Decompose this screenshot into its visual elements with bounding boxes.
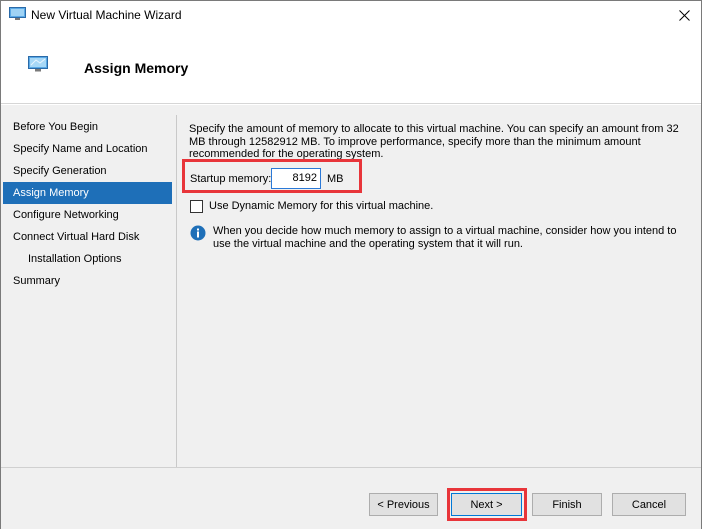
page-title: Assign Memory [84, 60, 189, 76]
memory-description: Specify the amount of memory to allocate… [189, 123, 679, 160]
wizard-body: Before You Begin Specify Name and Locati… [1, 105, 701, 467]
nav-item-connect-virtual-hard-disk[interactable]: Connect Virtual Hard Disk [3, 226, 172, 248]
wizard-monitor-icon [28, 56, 48, 72]
nav-item-specify-generation[interactable]: Specify Generation [3, 160, 172, 182]
startup-memory-unit: MB [327, 173, 344, 185]
info-text: When you decide how much memory to assig… [213, 225, 677, 250]
nav-divider [176, 115, 177, 467]
cancel-button[interactable]: Cancel [612, 493, 686, 516]
dynamic-memory-row[interactable]: Use Dynamic Memory for this virtual mach… [190, 199, 433, 213]
dynamic-memory-checkbox[interactable] [190, 199, 203, 213]
startup-memory-highlight: Startup memory: 8192 MB [182, 159, 362, 193]
wizard-steps-nav: Before You Begin Specify Name and Locati… [3, 116, 172, 292]
startup-memory-label: Startup memory: [190, 173, 272, 185]
wizard-footer: < Previous Next > Finish Cancel [1, 467, 701, 529]
close-icon [678, 9, 690, 21]
nav-item-before-you-begin[interactable]: Before You Begin [3, 116, 172, 138]
wizard-window: New Virtual Machine Wizard Assign Memory… [0, 0, 702, 529]
nav-item-summary[interactable]: Summary [3, 270, 172, 292]
nav-item-assign-memory[interactable]: Assign Memory [3, 182, 172, 204]
window-title: New Virtual Machine Wizard [31, 8, 182, 22]
close-button[interactable] [667, 1, 701, 29]
next-button[interactable]: Next > [451, 493, 522, 516]
finish-button[interactable]: Finish [532, 493, 602, 516]
info-icon [190, 225, 206, 241]
startup-memory-input[interactable]: 8192 [271, 168, 321, 189]
nav-item-specify-name-location[interactable]: Specify Name and Location [3, 138, 172, 160]
app-monitor-icon [9, 7, 26, 20]
dynamic-memory-label[interactable]: Use Dynamic Memory for this virtual mach… [209, 200, 433, 212]
nav-item-configure-networking[interactable]: Configure Networking [3, 204, 172, 226]
title-bar: New Virtual Machine Wizard [1, 1, 701, 29]
previous-button[interactable]: < Previous [369, 493, 438, 516]
wizard-header: Assign Memory [1, 29, 701, 104]
nav-item-installation-options[interactable]: Installation Options [3, 248, 172, 270]
